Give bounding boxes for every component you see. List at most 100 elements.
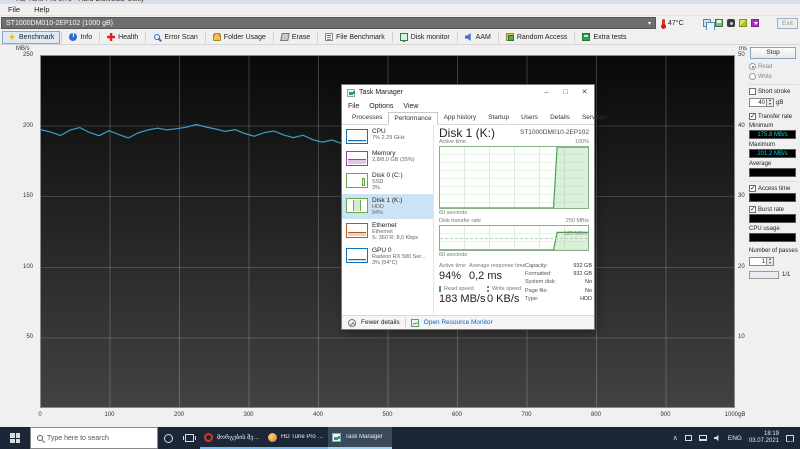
toolbar-button-health[interactable]: Health bbox=[101, 31, 144, 44]
divider bbox=[457, 32, 458, 43]
toolbar-button-error-scan[interactable]: Error Scan bbox=[147, 31, 203, 44]
disk-title: Disk 1 (K:) bbox=[439, 126, 495, 140]
exit-button[interactable]: Exit bbox=[777, 18, 798, 29]
open-resource-monitor-link[interactable]: Open Resource Monitor bbox=[424, 319, 493, 326]
access-time-checkbox[interactable] bbox=[749, 185, 756, 192]
hdtune-menubar: File Help bbox=[0, 4, 800, 16]
write-speed-stat-label: Write speed bbox=[487, 286, 521, 292]
sidebar-item-gpu-0[interactable]: GPU 0Radeon RX 580 Ser...3% (54°C) bbox=[342, 244, 433, 269]
tm-menu-view[interactable]: View bbox=[403, 103, 418, 110]
folder-icon bbox=[213, 34, 221, 41]
start-button[interactable] bbox=[0, 427, 30, 449]
copy-icon[interactable] bbox=[703, 19, 711, 27]
mini-chart-fill bbox=[353, 200, 361, 211]
toolbar-button-label: Erase bbox=[292, 34, 310, 41]
tab-startup[interactable]: Startup bbox=[482, 111, 515, 124]
sidebar-item-detail: 3% (54°C) bbox=[372, 260, 426, 266]
x-tick: 300 bbox=[243, 412, 253, 418]
stepper-arrows-icon[interactable]: ▲▼ bbox=[767, 257, 774, 266]
toolbar-button-aam[interactable]: AAM bbox=[459, 31, 497, 44]
color-icon[interactable] bbox=[739, 19, 747, 27]
toolbar-button-file-benchmark[interactable]: File Benchmark bbox=[319, 31, 391, 44]
stop-button[interactable]: Stop bbox=[750, 47, 796, 59]
toolbar-button-random-access[interactable]: Random Access bbox=[500, 31, 574, 44]
hidden-icons-chevron[interactable]: ∧ bbox=[673, 434, 678, 442]
toolbar-button-extra-tests[interactable]: Extra tests bbox=[576, 31, 632, 44]
task-view-button[interactable] bbox=[179, 427, 200, 449]
toolbar-button-label: Extra tests bbox=[593, 34, 626, 41]
cortana-button[interactable] bbox=[158, 427, 179, 449]
notification-center-icon[interactable] bbox=[786, 435, 794, 442]
mini-chart-cpu bbox=[346, 129, 368, 144]
sidebar-item-ethernet[interactable]: EthernetEthernetS: 360 R: 8,0 Kbps bbox=[342, 219, 433, 244]
download-icon[interactable] bbox=[751, 19, 759, 27]
stepper-arrows-icon[interactable]: ▲▼ bbox=[767, 98, 774, 107]
tab-users[interactable]: Users bbox=[515, 111, 544, 124]
x-tick: 700 bbox=[521, 412, 531, 418]
menu-file[interactable]: File bbox=[8, 5, 20, 14]
tm-menu-options[interactable]: Options bbox=[369, 103, 393, 110]
minimize-button[interactable]: – bbox=[537, 85, 556, 100]
toolbar-button-folder-usage[interactable]: Folder Usage bbox=[207, 31, 272, 44]
toolbar-button-disk-monitor[interactable]: Disk monitor bbox=[394, 31, 456, 44]
tm-menu-file[interactable]: File bbox=[348, 103, 359, 110]
task-manager-window: Task Manager – □ ✕ File Options View Pro… bbox=[341, 84, 595, 330]
taskmanager-icon bbox=[332, 433, 341, 442]
tab-services[interactable]: Services bbox=[576, 111, 613, 124]
mini-chart-ethernet bbox=[346, 223, 368, 238]
menu-help[interactable]: Help bbox=[34, 5, 49, 14]
active-time-stat-label: Active time bbox=[439, 263, 466, 269]
read-radio[interactable] bbox=[749, 63, 756, 70]
short-stroke-stepper[interactable]: 40 ▲▼ bbox=[749, 98, 774, 107]
lightning-icon bbox=[8, 33, 16, 41]
write-radio[interactable] bbox=[749, 73, 756, 80]
x-tick: 0 bbox=[38, 412, 41, 418]
toolbar-button-benchmark[interactable]: Benchmark bbox=[2, 31, 60, 44]
taskbar-app-opera[interactable]: მორგების შესახებ... bbox=[200, 427, 264, 449]
toolbar-button-erase[interactable]: Erase bbox=[275, 31, 316, 44]
sidebar-item-name: GPU 0 bbox=[372, 247, 426, 254]
transfer-rate-checkbox[interactable] bbox=[749, 113, 756, 120]
toolbar-button-info[interactable]: Info bbox=[63, 31, 98, 44]
passes-stepper[interactable]: 1 ▲▼ bbox=[749, 257, 774, 266]
volume-icon[interactable] bbox=[714, 435, 721, 442]
burst-rate-label: Burst rate bbox=[758, 207, 784, 213]
active-time-chart-label: Active time bbox=[439, 139, 466, 145]
health-cross-icon bbox=[107, 33, 115, 41]
taskbar-app-taskmanager[interactable]: Task Manager bbox=[328, 427, 392, 449]
save-icon[interactable] bbox=[715, 19, 723, 27]
screenshot-icon[interactable] bbox=[727, 19, 735, 27]
sidebar-item-disk-0-c-[interactable]: Disk 0 (C:)SSD3% bbox=[342, 169, 433, 194]
tab-app-history[interactable]: App history bbox=[438, 111, 483, 124]
tab-processes[interactable]: Processes bbox=[346, 111, 388, 124]
fewer-details-button[interactable]: Fewer details bbox=[361, 319, 400, 326]
network-icon[interactable] bbox=[699, 435, 707, 441]
sidebar-item-detail: 7% 2,29 GHz bbox=[372, 135, 405, 141]
eraser-icon bbox=[280, 33, 290, 41]
maximize-button[interactable]: □ bbox=[556, 85, 575, 100]
toolbar-button-label: File Benchmark bbox=[336, 34, 385, 41]
disk-info-row: System disk:No bbox=[525, 279, 592, 285]
sidebar-item-cpu[interactable]: CPU7% 2,29 GHz bbox=[342, 125, 433, 147]
divider bbox=[498, 32, 499, 43]
tab-performance[interactable]: Performance bbox=[388, 112, 437, 125]
taskbar-app-label: HD Tune Pro 5.75 - ... bbox=[281, 434, 324, 440]
active-time-chart-xlabel: 60 seconds bbox=[439, 210, 467, 216]
transfer-rate-chart: 125 MB/s bbox=[439, 225, 589, 251]
sidebar-item-detail: 94% bbox=[372, 210, 402, 216]
burst-rate-checkbox[interactable] bbox=[749, 206, 756, 213]
sidebar-item-memory[interactable]: Memory2,8/8,0 GB (35%) bbox=[342, 147, 433, 169]
taskbar-search-input[interactable]: Type here to search bbox=[30, 427, 158, 449]
tab-details[interactable]: Details bbox=[544, 111, 576, 124]
task-manager-body: CPU7% 2,29 GHzMemory2,8/8,0 GB (35%)Disk… bbox=[342, 125, 594, 315]
taskbar-app-hdtune[interactable]: HD Tune Pro 5.75 - ... bbox=[264, 427, 328, 449]
language-indicator[interactable]: ENG bbox=[728, 435, 742, 442]
tray-window-icon[interactable] bbox=[685, 435, 692, 441]
drive-selector-dropdown[interactable]: ST1000DM010-2EP102 (1000 gB) ▾ bbox=[1, 17, 656, 29]
close-button[interactable]: ✕ bbox=[575, 85, 594, 100]
sidebar-item-disk-1-k-[interactable]: Disk 1 (K:)HDD94% bbox=[342, 194, 433, 219]
task-manager-titlebar[interactable]: Task Manager – □ ✕ bbox=[342, 85, 594, 100]
transfer-rate-chart-xlabel: 60 seconds bbox=[439, 252, 467, 258]
clock[interactable]: 18:19 03.07.2021 bbox=[749, 431, 779, 445]
short-stroke-checkbox[interactable] bbox=[749, 88, 756, 95]
